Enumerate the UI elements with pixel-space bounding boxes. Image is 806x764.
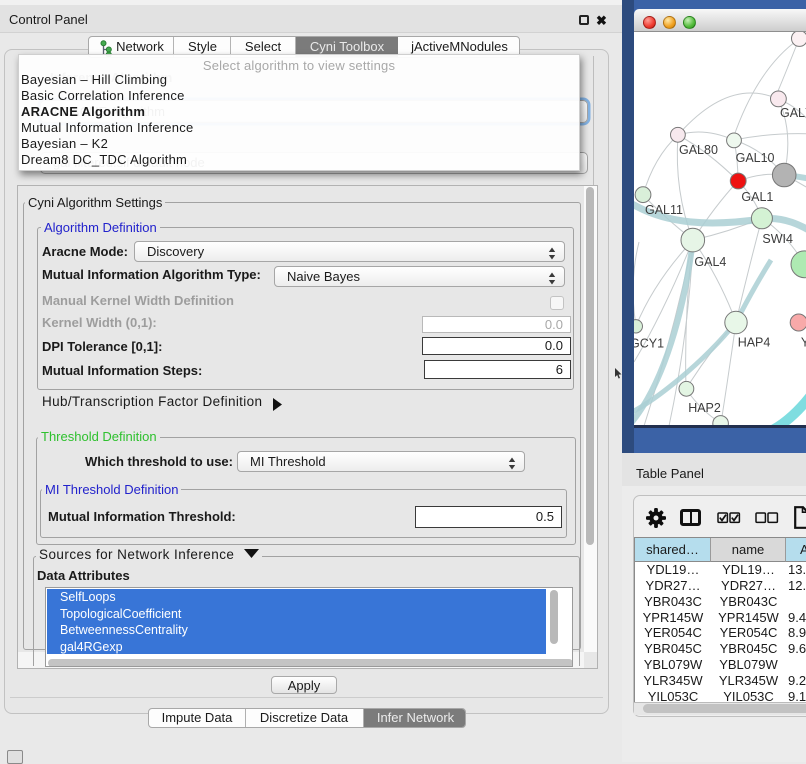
svg-text:GAL4: GAL4 <box>694 255 726 269</box>
svg-text:GAL10: GAL10 <box>736 151 775 165</box>
svg-text:HAP4: HAP4 <box>738 336 771 350</box>
svg-text:GAL11: GAL11 <box>645 203 683 217</box>
svg-text:YM: YM <box>801 336 806 350</box>
svg-text:GAL80: GAL80 <box>679 143 718 157</box>
svg-text:HAP2: HAP2 <box>688 401 721 415</box>
svg-text:SWI4: SWI4 <box>762 232 793 246</box>
svg-text:GAL7: GAL7 <box>780 106 806 120</box>
svg-text:GAL1: GAL1 <box>741 190 773 204</box>
svg-text:GCY1: GCY1 <box>634 337 664 351</box>
